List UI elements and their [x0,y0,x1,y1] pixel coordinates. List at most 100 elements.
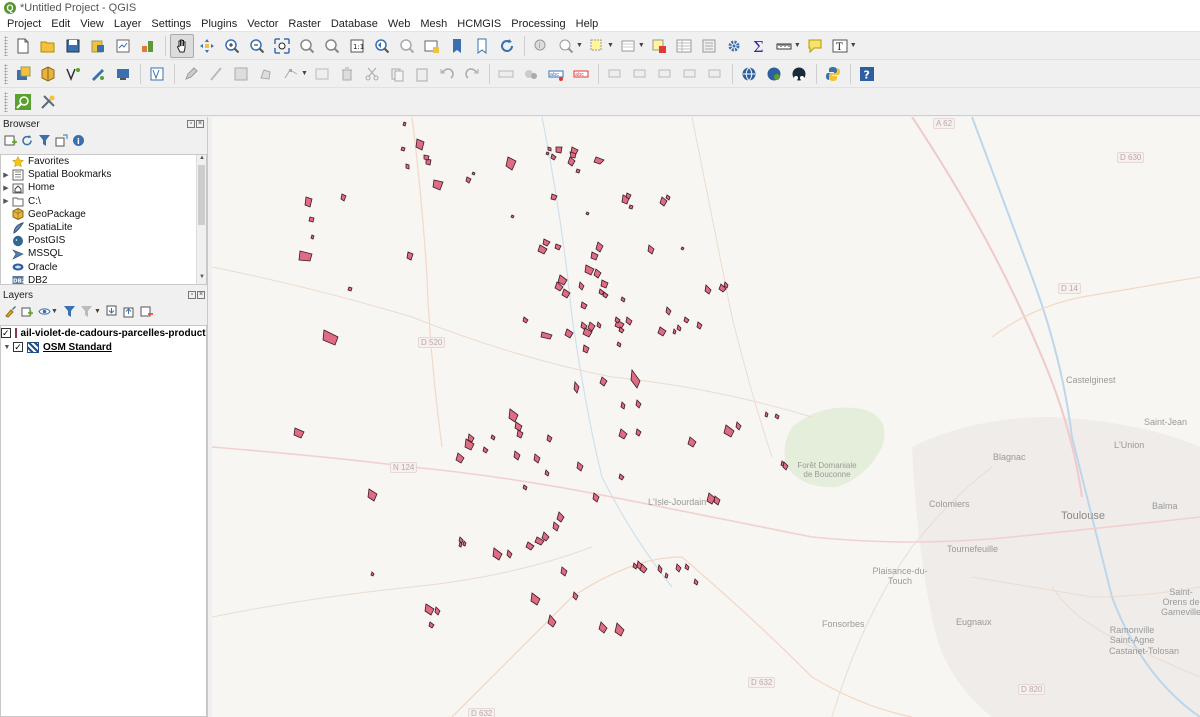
pan-map-button[interactable] [170,33,194,58]
locator-search-button[interactable] [11,90,35,114]
chevron-down-icon[interactable]: ▼ [94,308,101,315]
browser-item-home[interactable]: ▶ Home [1,181,206,194]
expand-arrow-icon[interactable]: ▼ [1,344,13,351]
map-tips-button[interactable] [803,34,827,58]
expand-all-button[interactable] [106,304,120,318]
select-features-button[interactable] [585,34,609,58]
layer-item-osm-standard[interactable]: ▼ ✓ OSM Standard [1,340,206,354]
menu-settings[interactable]: Settings [146,18,196,30]
filter-legend-by-expression-button[interactable] [80,304,94,318]
redo-button[interactable] [460,62,484,86]
new-project-button[interactable] [11,34,35,58]
scrollbar-thumb[interactable] [198,165,205,225]
add-group-button[interactable] [20,304,34,318]
manage-map-themes-button[interactable] [37,304,51,318]
modify-attributes-button[interactable] [310,62,334,86]
browser-item-mssql[interactable]: MSSQL [1,247,206,260]
save-as-button[interactable] [86,34,110,58]
processing-toolbox-button[interactable] [722,34,746,58]
float-panel-icon[interactable]: ▫ [188,291,196,299]
new-geopackage-layer-button[interactable] [36,62,60,86]
menu-help[interactable]: Help [571,18,604,30]
pan-to-selection-button[interactable] [195,34,219,58]
new-bookmark-button[interactable] [445,34,469,58]
toolbar-grip[interactable] [4,63,8,84]
save-edits-button[interactable] [229,62,253,86]
browser-item-spatialite[interactable]: SpatiaLite [1,221,206,234]
layer-visibility-checkbox[interactable]: ✓ [1,328,11,338]
refresh-browser-button[interactable] [20,133,34,147]
zoom-next-button[interactable] [395,34,419,58]
browser-item-geopackage[interactable]: GeoPackage [1,208,206,221]
filter-browser-button[interactable] [37,133,51,147]
select-by-value-button[interactable] [616,34,640,58]
close-icon[interactable]: × [197,291,205,299]
close-icon[interactable]: × [196,120,204,128]
save-project-button[interactable] [61,34,85,58]
style-manager-button[interactable] [136,34,160,58]
expand-arrow-icon[interactable]: ▶ [1,197,11,205]
text-annotation-button[interactable]: T [828,34,852,58]
add-raster-layer-button[interactable] [86,62,110,86]
change-label-button[interactable] [703,62,727,86]
menu-plugins[interactable]: Plugins [196,18,242,30]
menu-view[interactable]: View [75,18,109,30]
properties-button[interactable]: i [71,133,85,147]
zoom-to-layer-button[interactable] [320,34,344,58]
pin-labels-button[interactable] [603,62,627,86]
menu-hcmgis[interactable]: HCMGIS [452,18,506,30]
new-print-layout-button[interactable] [111,34,135,58]
data-source-manager-button[interactable] [11,62,35,86]
map-canvas[interactable]: A 62 D 630 D 14 D 520 N 124 D 632 D 820 … [212,117,1200,717]
move-label-button[interactable] [653,62,677,86]
labeling-options-button[interactable]: abc [544,62,568,86]
zoom-native-button[interactable]: 1:1 [345,34,369,58]
browser-item-c-drive[interactable]: ▶ C:\ [1,195,206,208]
help-button[interactable]: ? [855,62,879,86]
highlight-pinned-labels-button[interactable]: abc [569,62,593,86]
menu-processing[interactable]: Processing [506,18,570,30]
delete-selected-button[interactable] [335,62,359,86]
zoom-full-button[interactable] [270,34,294,58]
measure-line-button[interactable] [772,34,796,58]
browser-scrollbar[interactable]: ▲ ▼ [196,155,206,284]
deselect-all-button[interactable] [647,34,671,58]
refresh-button[interactable] [495,34,519,58]
osm-plugin-button[interactable] [787,62,811,86]
menu-web[interactable]: Web [383,18,415,30]
quickmapservices-button[interactable] [737,62,761,86]
cut-features-button[interactable] [360,62,384,86]
undo-button[interactable] [435,62,459,86]
scroll-up-icon[interactable]: ▲ [197,155,206,165]
toolbar-grip[interactable] [4,91,8,112]
collapse-all-button[interactable] [54,133,68,147]
add-vector-layer-button[interactable] [61,62,85,86]
expand-arrow-icon[interactable]: ▶ [1,171,11,179]
open-layer-styling-button[interactable] [3,304,17,318]
label-toolbar-button[interactable] [494,62,518,86]
geoprocessing-tool-button[interactable] [36,90,60,114]
identify-features-button[interactable]: i [529,34,553,58]
browser-item-postgis[interactable]: PostGIS [1,234,206,247]
menu-edit[interactable]: Edit [46,18,75,30]
add-selected-layers-button[interactable] [3,133,17,147]
browser-item-spatial-bookmarks[interactable]: ▶ Spatial Bookmarks [1,168,206,181]
layer-diagram-button[interactable] [519,62,543,86]
menu-project[interactable]: Project [2,18,46,30]
rotate-label-button[interactable] [678,62,702,86]
collapse-all-button[interactable] [123,304,137,318]
menu-vector[interactable]: Vector [242,18,283,30]
layer-item-parcelles[interactable]: ✓ ail-violet-de-cadours-parcelles-produc… [1,326,206,340]
toolbar-grip[interactable] [4,35,8,56]
vertex-tool-button[interactable] [279,62,303,86]
menu-raster[interactable]: Raster [283,18,325,30]
chevron-down-icon[interactable]: ▼ [51,308,58,315]
show-hide-labels-button[interactable] [628,62,652,86]
filter-legend-button[interactable] [63,304,77,318]
zoom-in-button[interactable] [220,34,244,58]
search-quickmapservices-button[interactable] [762,62,786,86]
paste-features-button[interactable] [410,62,434,86]
zoom-out-button[interactable] [245,34,269,58]
attribute-table-button[interactable] [672,34,696,58]
expand-arrow-icon[interactable]: ▶ [1,184,11,192]
